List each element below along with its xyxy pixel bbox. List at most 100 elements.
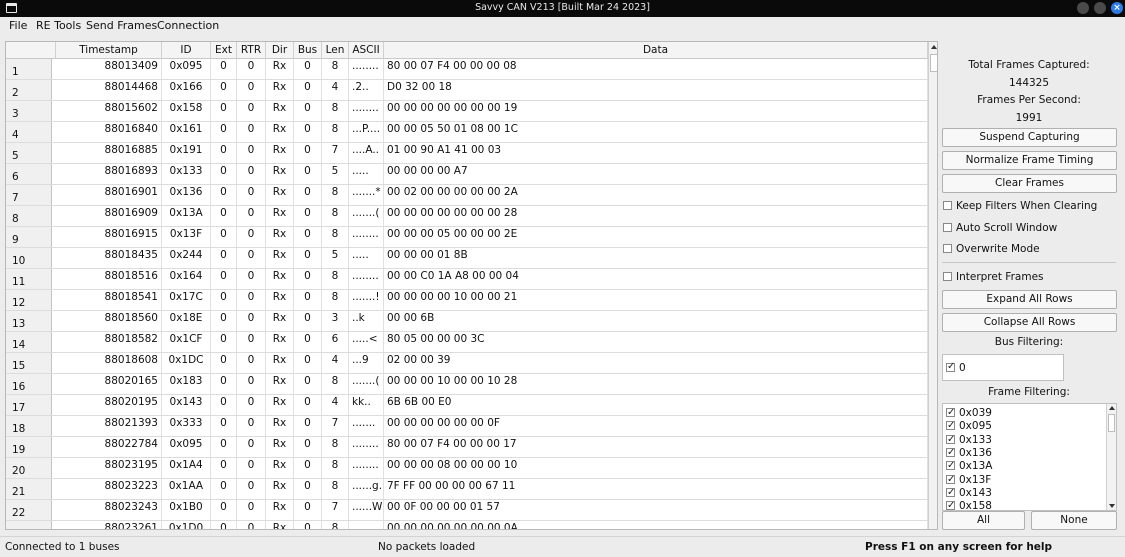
scroll-thumb[interactable] <box>1108 414 1115 432</box>
table-row[interactable]: 2 88014468 0x166 0 0 Rx 0 4.2.. D0 32 00 18 <box>6 80 928 101</box>
row-number[interactable]: 18 <box>6 416 52 436</box>
overwrite-mode-checkbox[interactable]: Overwrite Mode <box>943 242 1040 257</box>
frame-filter-item[interactable]: 0x136 <box>946 446 992 460</box>
column-header-ext[interactable]: Ext <box>211 42 237 59</box>
row-number[interactable]: 17 <box>6 395 52 415</box>
table-row[interactable]: 7 88016901 0x136 0 0 Rx 0 8 .......* 00 02 00 00 … <box>6 185 928 206</box>
column-header-data[interactable]: Data <box>384 42 928 59</box>
cell-dir: Rx <box>266 101 294 121</box>
table-scrollbar[interactable] <box>928 42 937 529</box>
frame-filter-item[interactable]: 0x158 <box>946 499 992 510</box>
row-number[interactable]: 14 <box>6 332 52 352</box>
table-row[interactable]: 13 88018560 0x18E 0 0 Rx 0 3 ..k 00 00 6B <box>6 311 928 332</box>
frame-filter-item[interactable]: 0x095 <box>946 419 992 433</box>
menu-connection[interactable]: Connection <box>157 19 219 32</box>
frame-filter-scrollbar[interactable] <box>1106 404 1116 510</box>
row-number[interactable]: 2 <box>6 80 52 100</box>
table-row[interactable]: 22 88023243 0x1B0 0 0 Rx 0 7 ......W 00 0F 00 00 … <box>6 500 928 521</box>
row-number[interactable]: 1 <box>6 59 52 79</box>
bus-filtering-label: Bus Filtering: <box>994 336 1064 348</box>
row-number[interactable]: 3 <box>6 101 52 121</box>
table-row[interactable]: 5 88016885 0x191 0 0 Rx 0 7 ....A.. 01 00 90 A1 4… <box>6 143 928 164</box>
column-header-timestamp[interactable]: Timestamp <box>56 42 162 59</box>
row-number[interactable]: 15 <box>6 353 52 373</box>
table-row[interactable]: 23880232610x1D000Rx08........00 00 00 00… <box>6 521 928 529</box>
row-number[interactable]: 4 <box>6 122 52 142</box>
bus-filter-list[interactable]: 0 <box>942 354 1064 381</box>
minimize-icon[interactable] <box>1077 2 1089 14</box>
cell-ext: 0 <box>211 374 237 394</box>
table-row[interactable]: 16 88020165 0x183 0 0 Rx 0 8 .......(00 00 00 10… <box>6 374 928 395</box>
table-row[interactable]: 3 88015602 0x158 0 0 Rx 0 8........ 00 00 00 00 … <box>6 101 928 122</box>
frame-filter-item[interactable]: 0x039 <box>946 406 992 420</box>
menu-send-frames[interactable]: Send Frames <box>86 19 157 32</box>
table-row[interactable]: 4 88016840 0x161 0 0 Rx 0 8 ...P.... 00 00 05 50 … <box>6 122 928 143</box>
table-row[interactable]: 15 88018608 0x1DC 0 0 Rx 0 4 ...9 02 00 00 39 <box>6 353 928 374</box>
row-number[interactable]: 7 <box>6 185 52 205</box>
menu-re-tools[interactable]: RE Tools <box>36 19 81 32</box>
normalize-frame-timing-button[interactable]: Normalize Frame Timing <box>942 151 1117 170</box>
row-number[interactable]: 8 <box>6 206 52 226</box>
row-number[interactable]: 13 <box>6 311 52 331</box>
menu-file[interactable]: File <box>9 19 27 32</box>
row-number[interactable]: 10 <box>6 248 52 268</box>
keep-filters-checkbox[interactable]: Keep Filters When Clearing <box>943 199 1097 214</box>
frame-filter-list[interactable]: 0x0390x0950x1330x1360x13A0x13F0x1430x158 <box>942 403 1117 511</box>
row-number[interactable]: 20 <box>6 458 52 478</box>
table-row[interactable]: 1 88013409 0x095 0 0 Rx 0 8........ 80 00 07 F4 … <box>6 59 928 80</box>
cell-bus: 0 <box>294 80 322 100</box>
row-number[interactable]: 23 <box>6 521 52 529</box>
suspend-capturing-button[interactable]: Suspend Capturing <box>942 128 1117 147</box>
select-none-button[interactable]: None <box>1031 511 1117 530</box>
row-number[interactable]: 16 <box>6 374 52 394</box>
row-number[interactable]: 5 <box>6 143 52 163</box>
row-number[interactable]: 12 <box>6 290 52 310</box>
table-row[interactable]: 8 88016909 0x13A 0 0 Rx 0 8 .......(00 00 00 00 … <box>6 206 928 227</box>
frame-filter-item[interactable]: 0x13F <box>946 473 991 487</box>
column-header-bus[interactable]: Bus <box>294 42 322 59</box>
table-row[interactable]: 11 88018516 0x164 0 0 Rx 0 8........ 00 00 C0 1A… <box>6 269 928 290</box>
row-number[interactable]: 22 <box>6 500 52 520</box>
interpret-frames-checkbox[interactable]: Interpret Frames <box>943 270 1044 285</box>
row-number[interactable]: 19 <box>6 437 52 457</box>
table-row[interactable]: 14 88018582 0x1CF 0 0 Rx 0 6 .....< 80 05 00 00 0… <box>6 332 928 353</box>
select-all-button[interactable]: All <box>942 511 1025 530</box>
column-header-len[interactable]: Len <box>322 42 349 59</box>
column-header-dir[interactable]: Dir <box>266 42 294 59</box>
row-number[interactable]: 6 <box>6 164 52 184</box>
column-header-id[interactable]: ID <box>162 42 211 59</box>
row-number[interactable]: 21 <box>6 479 52 499</box>
scroll-thumb[interactable] <box>930 54 937 72</box>
cell-len: 8 <box>322 59 349 79</box>
column-header-ascii[interactable]: ASCII <box>349 42 384 59</box>
maximize-icon[interactable] <box>1094 2 1106 14</box>
column-header-rtr[interactable]: RTR <box>237 42 266 59</box>
table-row[interactable]: 18 88021393 0x333 0 0 Rx 0 7....... 00 00 00 00 … <box>6 416 928 437</box>
frame-filter-item[interactable]: 0x13A <box>946 459 992 473</box>
scroll-down-icon[interactable] <box>1109 504 1115 508</box>
table-row[interactable]: 9 88016915 0x13F 0 0 Rx 0 8........ 00 00 00 05 … <box>6 227 928 248</box>
row-number[interactable]: 9 <box>6 227 52 247</box>
cell-len: 8 <box>322 458 349 478</box>
table-row[interactable]: 12 88018541 0x17C 0 0 Rx 0 8.......! 00 00 00 00… <box>6 290 928 311</box>
scroll-up-icon[interactable] <box>931 45 937 49</box>
frames-table[interactable]: Timestamp ID Ext RTR Dir Bus Len ASCII Data 1 880… <box>5 41 938 530</box>
table-row[interactable]: 6 88016893 0x133 0 0 Rx 0 5..... 00 00 00 00 A7 <box>6 164 928 185</box>
close-icon[interactable]: × <box>1111 2 1123 14</box>
table-row[interactable]: 17 88020195 0x143 0 0 Rx 0 4 kk.. 6B 6B 00 E0 <box>6 395 928 416</box>
table-body[interactable]: 1 88013409 0x095 0 0 Rx 0 8........ 80 00 07 F4 … <box>6 59 928 529</box>
row-number[interactable]: 11 <box>6 269 52 289</box>
header-corner[interactable] <box>6 42 56 59</box>
frame-filter-item[interactable]: 0x133 <box>946 433 992 447</box>
frame-filter-item[interactable]: 0x143 <box>946 486 992 500</box>
clear-frames-button[interactable]: Clear Frames <box>942 174 1117 193</box>
auto-scroll-checkbox[interactable]: Auto Scroll Window <box>943 221 1057 236</box>
table-row[interactable]: 20 88023195 0x1A4 0 0 Rx 0 8........ 00 00 00 08… <box>6 458 928 479</box>
expand-all-rows-button[interactable]: Expand All Rows <box>942 290 1117 309</box>
scroll-up-icon[interactable] <box>1109 406 1115 410</box>
table-row[interactable]: 21 88023223 0x1AA 0 0 Rx 0 8 ......g. 7F FF 00 00… <box>6 479 928 500</box>
table-row[interactable]: 19 88022784 0x095 0 0 Rx 0 8........ 80 00 07 F4… <box>6 437 928 458</box>
bus-filter-item[interactable]: 0 <box>946 361 966 374</box>
table-row[interactable]: 10 88018435 0x244 0 0 Rx 0 5..... 00 00 00 01 8B <box>6 248 928 269</box>
collapse-all-rows-button[interactable]: Collapse All Rows <box>942 313 1117 332</box>
